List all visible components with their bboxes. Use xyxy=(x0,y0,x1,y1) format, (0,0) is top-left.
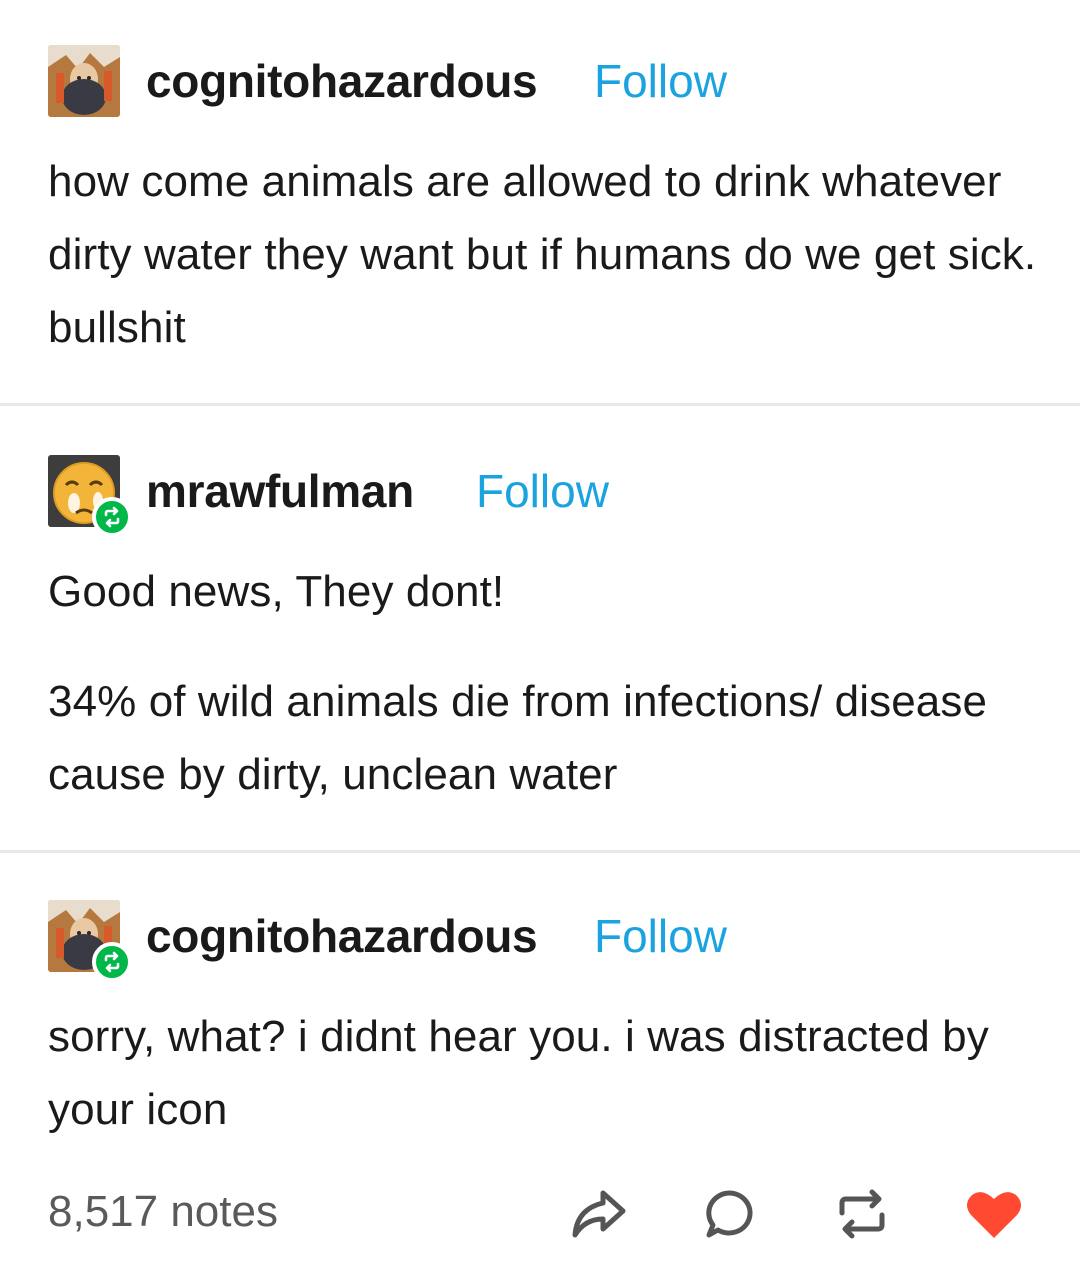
post-body: Good news, They dont! 34% of wild animal… xyxy=(48,555,1038,811)
follow-button[interactable]: Follow xyxy=(476,455,609,527)
username[interactable]: cognitohazardous xyxy=(146,900,538,972)
post-paragraph: sorry, what? i didnt hear you. i was dis… xyxy=(48,1012,989,1134)
avatar-cognitohazardous[interactable] xyxy=(48,45,120,117)
post-paragraph: 34% of wild animals die from infections/… xyxy=(48,677,988,799)
like-heart-icon[interactable] xyxy=(964,1184,1024,1244)
reblog-badge-icon xyxy=(92,497,132,537)
comment-icon[interactable] xyxy=(700,1184,760,1244)
share-icon[interactable] xyxy=(568,1184,628,1244)
post-body: how come animals are allowed to drink wh… xyxy=(48,145,1038,364)
follow-button[interactable]: Follow xyxy=(594,45,727,117)
username[interactable]: cognitohazardous xyxy=(146,45,538,117)
post-body: sorry, what? i didnt hear you. i was dis… xyxy=(48,1000,1038,1146)
post-paragraph: how come animals are allowed to drink wh… xyxy=(48,157,1037,352)
reblog-badge-icon xyxy=(92,942,132,982)
divider xyxy=(0,403,1080,406)
post-footer: 8,517 notes xyxy=(0,1172,1080,1252)
username[interactable]: mrawfulman xyxy=(146,455,414,527)
reblog-icon[interactable] xyxy=(832,1184,892,1244)
notes-count[interactable]: 8,517 notes xyxy=(48,1172,278,1252)
post-paragraph: Good news, They dont! xyxy=(48,567,505,616)
follow-button[interactable]: Follow xyxy=(594,900,727,972)
divider xyxy=(0,850,1080,853)
